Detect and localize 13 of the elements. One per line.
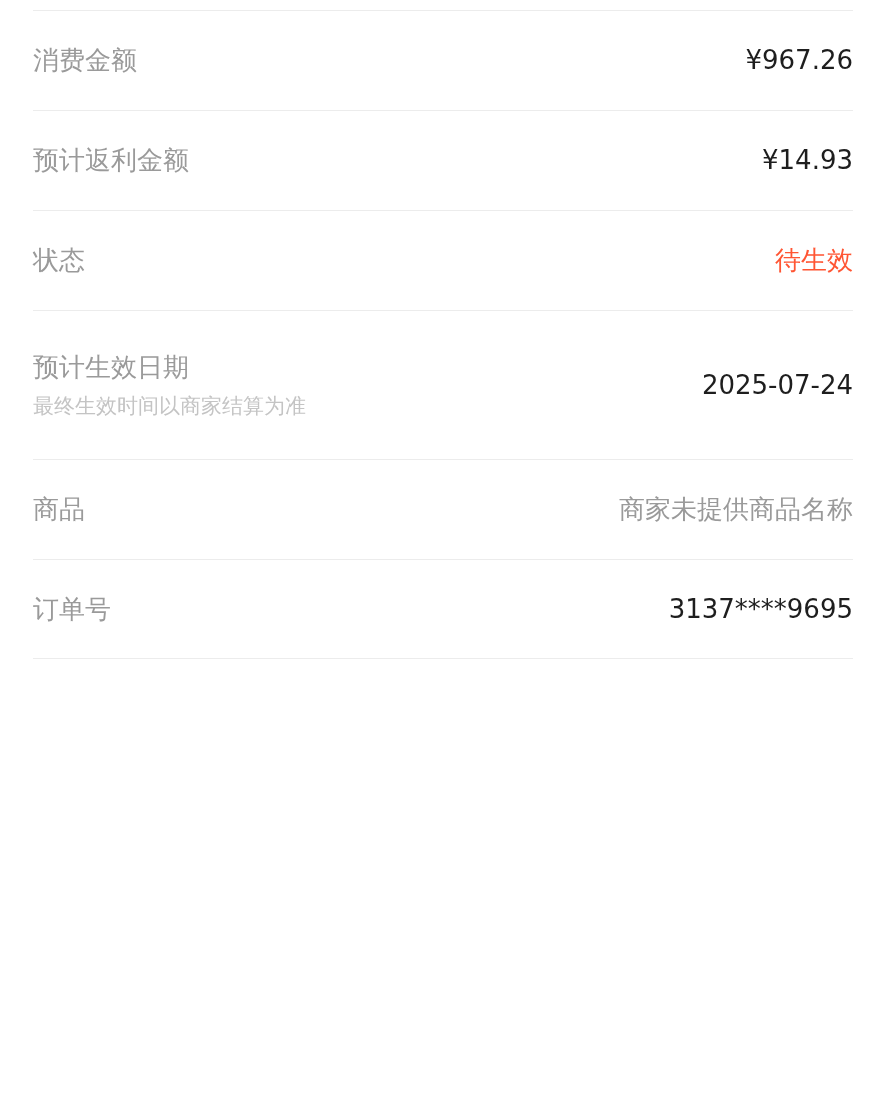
field-value: ¥14.93 bbox=[762, 144, 853, 177]
field-label: 订单号 bbox=[33, 592, 111, 626]
field-value: 待生效 bbox=[775, 244, 853, 277]
field-value: 2025-07-24 bbox=[701, 368, 853, 402]
field-label: 状态 bbox=[33, 244, 85, 277]
field-note: 最终生效时间以商家结算为准 bbox=[33, 392, 306, 420]
field-value: 商家未提供商品名称 bbox=[619, 493, 853, 526]
field-value: ¥967.26 bbox=[745, 44, 853, 77]
field-label: 预计生效日期 bbox=[33, 350, 190, 384]
field-label: 商品 bbox=[33, 493, 85, 526]
field-label: 消费金额 bbox=[33, 44, 137, 77]
field-value: 3137****9695 bbox=[668, 592, 853, 626]
field-label: 预计返利金额 bbox=[33, 144, 189, 177]
